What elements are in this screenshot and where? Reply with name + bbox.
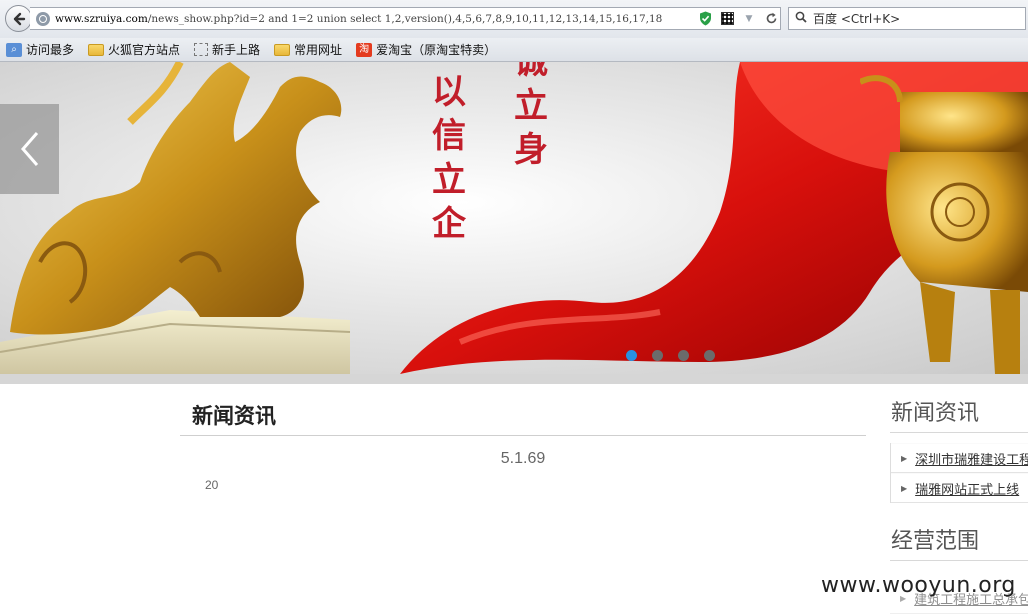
sidebar-business-title: 经营范围 bbox=[890, 523, 1028, 561]
banner-slider: 以信立企 诚立身 bbox=[0, 62, 1028, 374]
sidebar-news-item[interactable]: ▶ 深圳市瑞雅建设工程 bbox=[891, 443, 1028, 473]
slider-dot-1[interactable] bbox=[626, 350, 637, 361]
sidebar-news-item[interactable]: ▶ 瑞雅网站正式上线 bbox=[891, 473, 1028, 503]
bookmark-common-sites[interactable]: 常用网址 bbox=[272, 40, 344, 60]
navigation-toolbar: www.szruiya.com/news_show.php?id=2 and 1… bbox=[0, 0, 1028, 38]
slider-dot-3[interactable] bbox=[678, 350, 689, 361]
bookmark-label: 火狐官方站点 bbox=[108, 43, 181, 57]
article-body: 20 bbox=[205, 478, 219, 492]
slider-dot-4[interactable] bbox=[704, 350, 715, 361]
url-path: /news_show.php?id=2 and 1=2 union select… bbox=[147, 12, 663, 25]
watermark-text: www.wooyun.org bbox=[821, 573, 1016, 598]
sidebar-news-list: ▶ 深圳市瑞雅建设工程 ▶ 瑞雅网站正式上线 bbox=[890, 443, 1028, 503]
bookmark-taobao[interactable]: 淘 爱淘宝（原淘宝特卖） bbox=[354, 40, 498, 60]
slider-dot-2[interactable] bbox=[652, 350, 663, 361]
globe-icon bbox=[36, 11, 50, 26]
address-bar[interactable]: www.szruiya.com/news_show.php?id=2 and 1… bbox=[30, 7, 781, 30]
bookmark-firefox-sites[interactable]: 火狐官方站点 bbox=[86, 40, 182, 60]
url-host: www.szruiya.com bbox=[55, 12, 148, 25]
search-input[interactable]: 百度 <Ctrl+K> bbox=[788, 7, 1026, 30]
slogan-right: 诚立身 bbox=[514, 62, 548, 170]
sidebar: 新闻资讯 ▶ 深圳市瑞雅建设工程 ▶ 瑞雅网站正式上线 经营范围 bbox=[890, 395, 1028, 561]
bookmark-getting-started[interactable]: 新手上路 bbox=[192, 40, 262, 60]
chevron-down-icon[interactable]: ▼ bbox=[740, 10, 758, 28]
dashed-page-icon bbox=[194, 43, 209, 56]
search-icon bbox=[795, 11, 807, 26]
golden-vessel-image bbox=[860, 75, 1028, 374]
bookmarks-bar: ⌕ 访问最多 火狐官方站点 新手上路 常用网址 淘 爱淘宝（原淘宝特卖） bbox=[0, 38, 1028, 62]
bookmark-label: 爱淘宝（原淘宝特卖） bbox=[376, 43, 497, 57]
qr-code-icon[interactable] bbox=[718, 10, 736, 28]
bookmark-label: 常用网址 bbox=[294, 43, 343, 57]
triangle-right-icon: ▶ bbox=[901, 483, 908, 493]
chevron-left-icon bbox=[20, 132, 38, 166]
sidebar-news-link[interactable]: 瑞雅网站正式上线 bbox=[915, 479, 1019, 498]
folder-icon bbox=[274, 43, 291, 56]
search-placeholder: 百度 <Ctrl+K> bbox=[813, 12, 901, 26]
folder-icon bbox=[88, 43, 105, 56]
shield-icon[interactable] bbox=[696, 10, 714, 28]
browser-window: www.szruiya.com/news_show.php?id=2 and 1… bbox=[0, 0, 1028, 616]
back-arrow-icon bbox=[13, 12, 25, 25]
slider-prev-button[interactable] bbox=[0, 104, 59, 194]
bookmark-label: 访问最多 bbox=[26, 43, 75, 57]
article-title: 5.1.69 bbox=[500, 450, 546, 467]
banner-divider bbox=[0, 374, 1028, 384]
main-content: 新闻资讯 5.1.69 20 bbox=[180, 395, 866, 492]
back-button[interactable] bbox=[5, 5, 32, 32]
reload-icon[interactable] bbox=[762, 10, 780, 28]
slogan-left: 以信立企 bbox=[432, 72, 466, 244]
sidebar-news-link[interactable]: 深圳市瑞雅建设工程 bbox=[915, 449, 1028, 468]
bookmark-label: 新手上路 bbox=[212, 43, 261, 57]
triangle-right-icon: ▶ bbox=[901, 453, 908, 463]
sidebar-news-title: 新闻资讯 bbox=[890, 395, 1028, 433]
slider-pagination bbox=[626, 350, 730, 361]
most-visited-icon: ⌕ bbox=[6, 42, 22, 57]
section-title: 新闻资讯 bbox=[180, 395, 866, 436]
bookmark-most-visited[interactable]: ⌕ 访问最多 bbox=[4, 40, 76, 60]
taobao-icon: 淘 bbox=[356, 42, 373, 57]
url-text[interactable]: www.szruiya.com/news_show.php?id=2 and 1… bbox=[55, 13, 692, 25]
